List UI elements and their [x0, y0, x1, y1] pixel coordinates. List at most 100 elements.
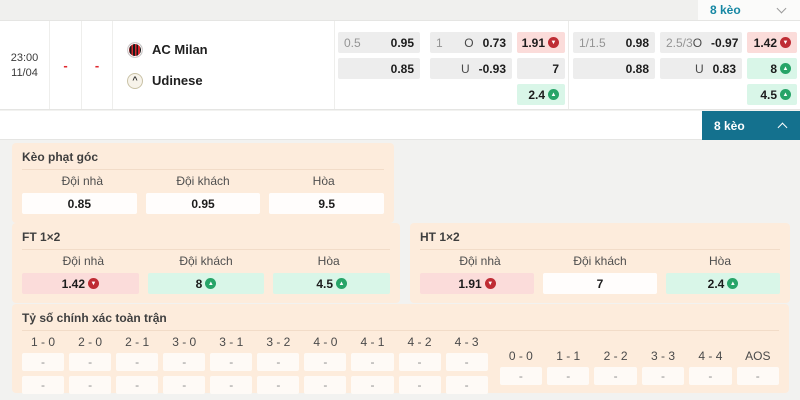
home-team-row[interactable]: AC Milan [127, 41, 208, 58]
trend-down-icon: ▼ [88, 278, 100, 289]
score-odd[interactable]: - [689, 367, 732, 385]
total-line: 2.5/3 [666, 35, 693, 50]
score-column: 4 - 3 - - [445, 335, 488, 394]
score-odd[interactable]: - [257, 353, 300, 371]
x12-draw-odd[interactable]: 2.4 ▲ [517, 84, 565, 105]
keo-expand-label: 8 kèo [714, 118, 745, 133]
score-column: 2 - 1 - - [116, 335, 159, 394]
score-column: 3 - 1 - - [210, 335, 253, 394]
score-odd[interactable]: - [304, 376, 347, 394]
under-odd[interactable]: U 0.83 [660, 58, 742, 79]
ht-home-odd[interactable]: 1.91 ▼ [420, 273, 534, 294]
score-odd[interactable]: - [210, 376, 253, 394]
corner-home-odd[interactable]: 0.85 [22, 193, 137, 214]
over-label: O [464, 35, 474, 50]
corner-away-odd[interactable]: 0.95 [145, 193, 261, 214]
score-odd[interactable]: - [69, 376, 112, 394]
header-draw: Hòa [317, 254, 340, 268]
score-column: 4 - 0 - - [304, 335, 347, 394]
chevron-up-icon [777, 122, 788, 133]
ft-away-odd[interactable]: 8 ▲ [147, 273, 265, 294]
score-odd[interactable]: - [163, 376, 206, 394]
score-odd[interactable]: - [163, 353, 206, 371]
ht-away-odd[interactable]: 7 [543, 273, 657, 294]
under-odd[interactable]: U -0.93 [430, 58, 512, 79]
keo-expand-button[interactable]: 8 kèo [702, 111, 800, 140]
score-odd[interactable]: - [499, 367, 543, 385]
x12-draw-odd[interactable]: 4.5 ▲ [747, 84, 797, 105]
score-odd[interactable]: - [304, 353, 347, 371]
score-column: 2 - 0 - - [69, 335, 112, 394]
score-odd[interactable]: - [22, 376, 65, 394]
x12-away-odd[interactable]: 8 ▲ [747, 58, 797, 79]
score-odd[interactable]: - [398, 353, 441, 371]
over-odd[interactable]: 1 O 0.73 [430, 32, 512, 53]
score-odd[interactable]: - [351, 353, 394, 371]
score-column: 3 - 3 - [641, 349, 685, 385]
header-away: Đội khách [176, 174, 230, 188]
ft-home-odd[interactable]: 1.42 ▼ [22, 273, 139, 294]
away-score-cell: - [82, 21, 113, 109]
score-odd[interactable]: - [22, 353, 65, 371]
ft-draw-odd[interactable]: 4.5 ▲ [273, 273, 391, 294]
x12-home-odd[interactable]: 1.91 ▼ [517, 32, 565, 53]
score-odd[interactable]: - [116, 353, 159, 371]
over-odd[interactable]: 2.5/3 O -0.97 [660, 32, 742, 53]
score-odd[interactable]: - [257, 376, 300, 394]
score-column: 1 - 0 - - [22, 335, 65, 394]
score-odd[interactable]: - [116, 376, 159, 394]
expand-bar: 8 kèo [0, 111, 800, 140]
score-column: 4 - 1 - - [351, 335, 394, 394]
handicap-price: 0.95 [390, 35, 414, 50]
corner-draw-odd[interactable]: 9.5 [269, 193, 385, 214]
header-draw: Hòa [708, 254, 731, 268]
handicap-line: 1/1.5 [579, 35, 606, 50]
handicap-odd[interactable]: 0.88 [573, 58, 655, 79]
card-title: FT 1×2 [22, 230, 390, 250]
score-odd[interactable]: - [594, 367, 637, 385]
handicap-column-2: 1/1.5 0.98 0.88 [573, 32, 655, 79]
match-row: 23:00 11/04 - - AC Milan ^ Udinese 0.5 0… [0, 21, 800, 110]
card-title: HT 1×2 [420, 230, 780, 250]
over-under-column-2: 2.5/3 O -0.97 U 0.83 [660, 32, 742, 79]
betting-odds-page: 8 kèo 23:00 11/04 - - AC Milan ^ Udinese [0, 0, 800, 400]
over-price: -0.97 [711, 35, 739, 50]
handicap-odd[interactable]: 0.5 0.95 [338, 32, 420, 53]
score-odd[interactable]: - [210, 353, 253, 371]
handicap-line: 0.5 [344, 35, 361, 50]
score-odd[interactable]: - [641, 367, 685, 385]
under-label: U [460, 61, 470, 76]
teams-column: AC Milan ^ Udinese [113, 21, 335, 109]
score-odd[interactable]: - [351, 376, 394, 394]
trend-up-icon: ▲ [548, 89, 559, 100]
score-column: 4 - 2 - - [398, 335, 441, 394]
header-home: Đội nhà [62, 254, 105, 268]
udinese-crest-icon: ^ [127, 72, 143, 89]
handicap-price: 0.98 [625, 35, 649, 50]
handicap-price: 0.85 [390, 61, 414, 76]
handicap-odd[interactable]: 0.85 [338, 58, 420, 79]
x12-column-2: 1.42 ▼ 8 ▲ 4.5 ▲ [747, 32, 797, 105]
ht-1x2-card: HT 1×2 Đội nhà Đội khách Hòa 1.91 ▼ 7 2.… [410, 223, 790, 303]
score-odd[interactable]: - [398, 376, 441, 394]
handicap-odd[interactable]: 1/1.5 0.98 [573, 32, 655, 53]
score-column: 1 - 1 - [547, 349, 590, 385]
keo-count-tab[interactable]: 8 kèo [698, 0, 800, 20]
score-odd[interactable]: - [445, 353, 488, 371]
away-team-row[interactable]: ^ Udinese [127, 72, 203, 89]
score-odd[interactable]: - [736, 367, 779, 385]
corner-odds-card: Kèo phạt góc Đội nhà Đội khách Hòa 0.85 … [12, 143, 394, 223]
score-odd[interactable]: - [445, 376, 488, 394]
score-odd[interactable]: - [547, 367, 590, 385]
header-away: Đội khách [179, 254, 233, 268]
score-odd[interactable]: - [69, 353, 112, 371]
x12-away-odd[interactable]: 7 [517, 58, 565, 79]
header-home: Đội nhà [61, 174, 104, 188]
home-team-name: AC Milan [152, 42, 208, 57]
home-score: - [63, 57, 68, 73]
x12-home-odd[interactable]: 1.42 ▼ [747, 32, 797, 53]
ht-draw-odd[interactable]: 2.4 ▲ [666, 273, 780, 294]
score-column: 3 - 0 - - [163, 335, 206, 394]
score-column: 2 - 2 - [594, 349, 637, 385]
score-group-win: 1 - 0 - - 2 - 0 - - 2 - 1 - - 3 - 0 - - … [22, 335, 488, 394]
